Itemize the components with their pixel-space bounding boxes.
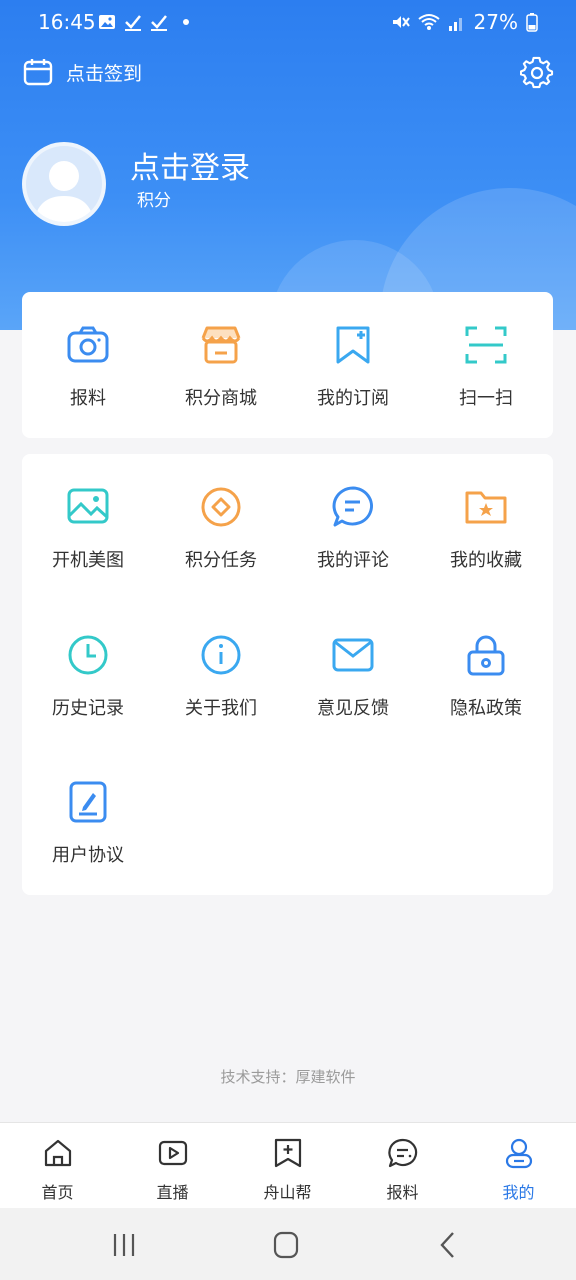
avatar[interactable] [22,142,106,226]
tab-label: 报料 [386,1183,419,1202]
image-icon [67,488,109,524]
check-icon [125,15,141,31]
info-icon [201,635,241,675]
home-icon [44,1139,71,1167]
system-navigation-bar [0,1208,576,1280]
quick-action-label: 我的订阅 [317,388,389,409]
system-icons: 27% [390,10,538,34]
menu-label: 用户协议 [52,845,124,866]
menu-label: 意见反馈 [317,698,389,719]
menu-my-comments[interactable]: 我的评论 [287,484,419,572]
home-button-icon[interactable] [266,1230,306,1260]
chat-icon [387,1138,417,1168]
play-icon [158,1140,187,1166]
user-icon [505,1138,532,1169]
profile-screen: 16:45 27% 点击签到 点击登录 积分 报料 积分商城 我的订阅 扫一扫 … [0,0,576,1280]
signin-label: 点击签到 [66,62,143,85]
tab-label: 舟山帮 [263,1183,312,1202]
calendar-icon [23,59,53,86]
menu-label: 隐私政策 [450,698,522,719]
settings-gear-icon[interactable] [520,56,554,90]
menu-privacy-policy[interactable]: 隐私政策 [420,632,552,720]
back-icon[interactable] [428,1230,468,1260]
store-icon [201,326,241,364]
menu-user-agreement[interactable]: 用户协议 [22,779,154,867]
mail-icon [332,638,374,672]
menu-label: 开机美图 [52,550,124,571]
menu-points-tasks[interactable]: 积分任务 [155,484,287,572]
more-notifications-dot [183,19,189,25]
battery-icon [526,13,538,32]
status-time: 16:45 [38,10,96,34]
edit-doc-icon [69,781,107,823]
quick-action-report[interactable]: 报料 [22,322,154,410]
quick-action-label: 扫一扫 [459,388,513,409]
menu-card: 开机美图 积分任务 我的评论 我的收藏 历史记录 关于我们 意见反馈 隐私政策 … [22,454,553,895]
notification-icons [97,12,189,32]
menu-history[interactable]: 历史记录 [22,632,154,720]
login-prompt[interactable]: 点击登录 [130,143,250,187]
menu-feedback[interactable]: 意见反馈 [287,632,419,720]
lock-icon [467,635,505,676]
favorite-folder-icon [465,491,507,524]
bottom-tab-bar: 首页 直播 舟山帮 报料 我的 [0,1122,576,1209]
quick-actions-card: 报料 积分商城 我的订阅 扫一扫 [22,292,553,438]
menu-label: 关于我们 [185,698,257,719]
tab-zhoushan-help[interactable]: 舟山帮 [230,1137,345,1203]
menu-my-favorites[interactable]: 我的收藏 [420,484,552,572]
quick-action-subscriptions[interactable]: 我的订阅 [287,322,419,410]
tab-live[interactable]: 直播 [115,1137,230,1203]
tab-label: 首页 [41,1183,74,1202]
quick-action-label: 积分商城 [185,388,257,409]
default-avatar-icon [34,161,94,222]
tab-report[interactable]: 报料 [345,1137,460,1203]
tab-mine[interactable]: 我的 [461,1137,576,1203]
menu-label: 我的评论 [317,550,389,571]
points-task-icon [201,487,241,527]
quick-action-points-mall[interactable]: 积分商城 [155,322,287,410]
recent-apps-icon[interactable] [104,1230,144,1260]
tab-home[interactable]: 首页 [0,1137,115,1203]
menu-splash-images[interactable]: 开机美图 [22,484,154,572]
scan-icon [465,326,507,364]
camera-icon [67,326,109,363]
signal-icon [448,18,462,31]
menu-label: 积分任务 [185,550,257,571]
plus-bookmark-icon [274,1138,301,1168]
check-icon [151,15,167,31]
clock-icon [68,635,108,675]
daily-signin-button[interactable]: 点击签到 [22,56,142,88]
battery-percent: 27% [473,10,518,34]
menu-about-us[interactable]: 关于我们 [155,632,287,720]
tab-label: 我的 [502,1183,535,1202]
wifi-icon [417,14,440,30]
status-bar: 16:45 27% [0,0,576,48]
menu-label: 历史记录 [52,698,124,719]
gallery-icon [99,15,115,29]
quick-action-scan[interactable]: 扫一扫 [420,322,552,410]
menu-label: 我的收藏 [450,550,522,571]
tech-support-text: 技术支持：厚建软件 [220,1068,356,1086]
bookmark-add-icon [336,326,370,364]
mute-icon [392,16,410,28]
comment-icon [332,486,373,527]
points-label: 积分 [137,191,171,211]
tab-label: 直播 [156,1183,189,1202]
quick-action-label: 报料 [70,388,106,409]
